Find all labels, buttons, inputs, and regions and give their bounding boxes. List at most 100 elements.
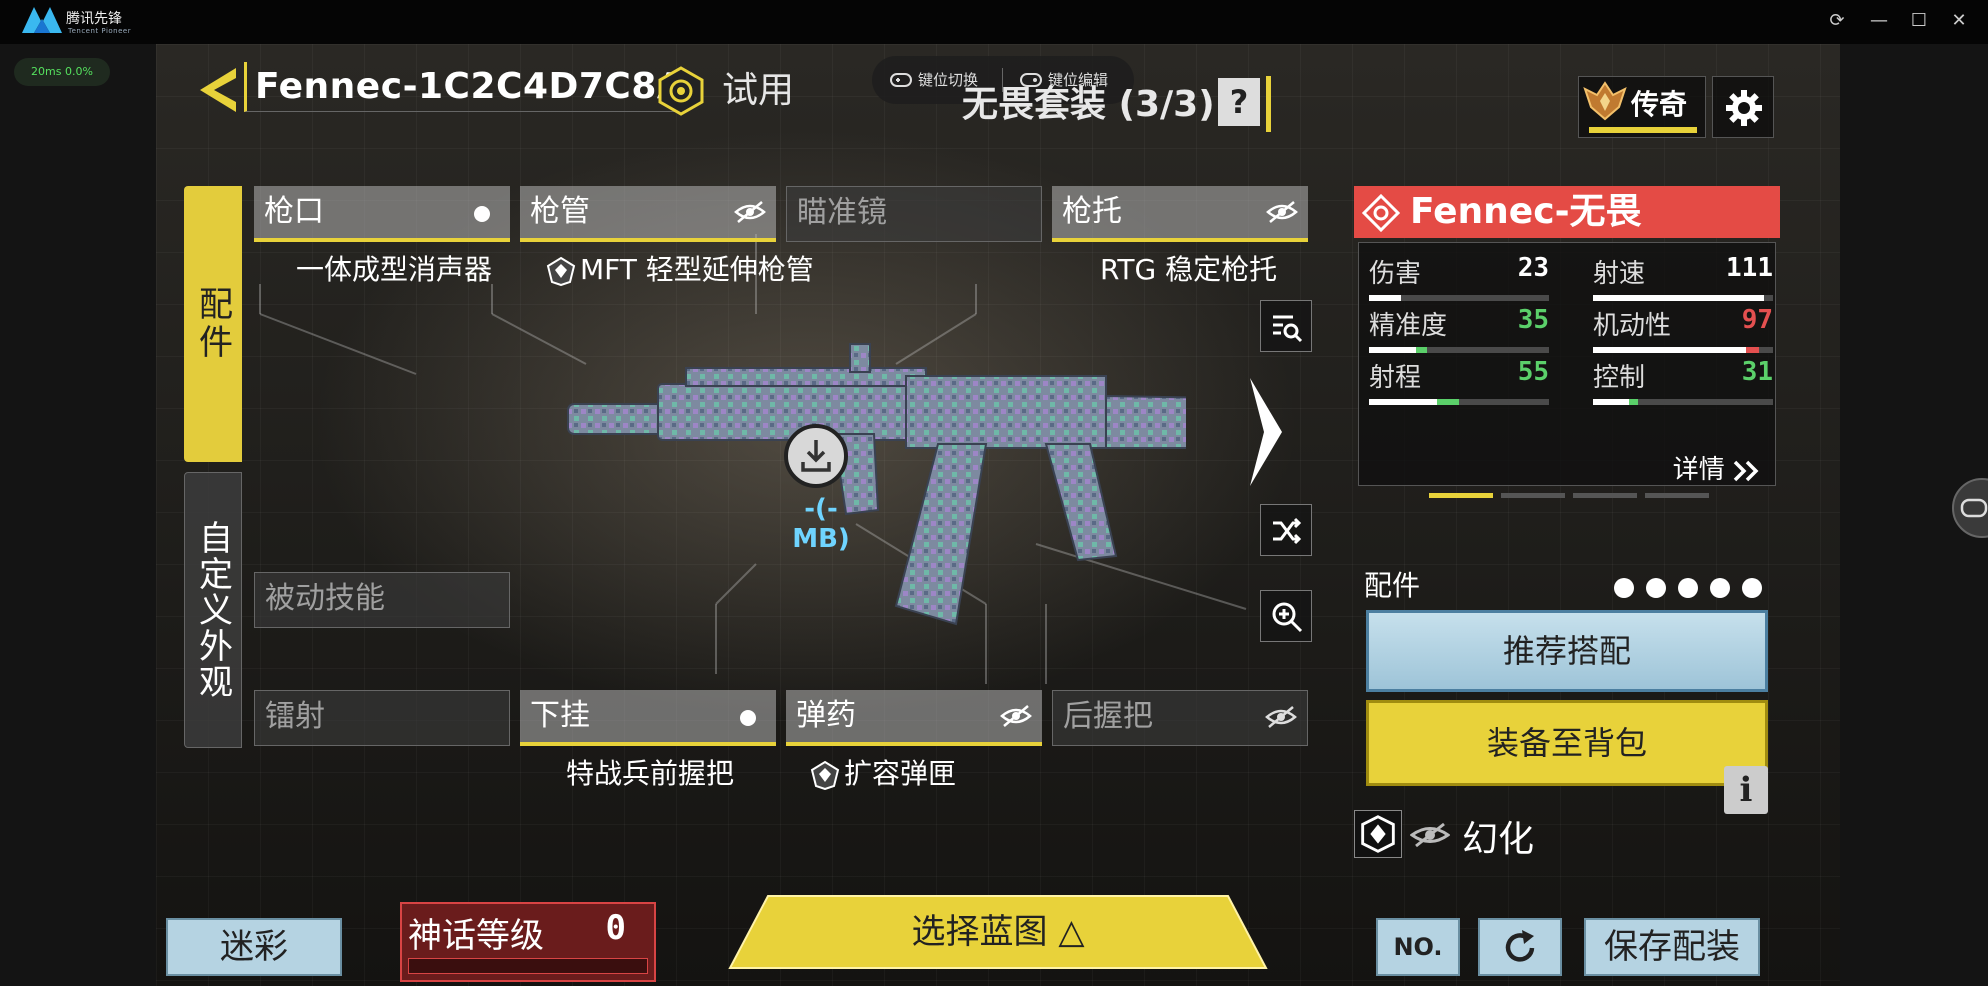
morph-skin-icon — [1354, 810, 1402, 858]
number-button[interactable]: NO. — [1376, 918, 1460, 976]
morph-label: 幻化 — [1462, 819, 1535, 860]
stat-bar-fill — [1593, 399, 1629, 405]
details-link[interactable]: 详情 — [1673, 449, 1761, 486]
tab-attachments-label: 配件 — [192, 286, 233, 362]
host-left-gutter — [0, 44, 156, 986]
attachment-dot — [1614, 578, 1634, 598]
shuffle-button[interactable] — [1260, 504, 1312, 556]
slot-muzzle[interactable]: 枪口 — [254, 186, 510, 242]
slot-muzzle-value: 一体成型消声器 — [296, 253, 493, 286]
stats-panel: Fennec-无畏 伤害 23 射速 111 精准度 35 机动性 97 射程 55 控制 31 详情… — [1354, 186, 1780, 790]
recommend-loadout-button[interactable]: 推荐搭配 — [1366, 610, 1768, 692]
back-arrow-icon[interactable] — [196, 64, 240, 116]
zoom-in-button[interactable] — [1260, 590, 1312, 642]
rank-label: 传奇 — [1631, 88, 1688, 121]
select-blueprint-label: 选择蓝图 △ — [911, 912, 1085, 952]
slot-ammo[interactable]: 弹药 — [786, 690, 1042, 746]
stat-bar-delta — [1746, 347, 1759, 353]
stat-value: 97 — [1741, 305, 1773, 335]
mythic-crest-icon — [810, 760, 840, 790]
stat-bar-fill — [1593, 347, 1746, 353]
stat-row: 机动性 97 — [1593, 305, 1773, 361]
mythic-level-value: 0 — [605, 908, 626, 948]
equip-to-backpack-button[interactable]: 装备至背包 — [1366, 700, 1768, 786]
hidden-eye-icon — [1000, 705, 1032, 727]
save-loadout-button[interactable]: 保存配装 — [1584, 918, 1760, 976]
gamepad-icon — [890, 73, 912, 87]
stat-bar-delta — [1415, 347, 1427, 353]
slot-underbarrel[interactable]: 下挂 — [520, 690, 776, 746]
suite-help-button[interactable]: ? — [1218, 78, 1260, 126]
slot-optic[interactable]: 瞄准镜 — [786, 186, 1042, 242]
maximize-button[interactable]: ☐ — [1906, 8, 1932, 34]
stat-name: 射速 — [1593, 259, 1646, 289]
trial-badge-icon — [658, 66, 704, 116]
slot-label: 镭射 — [265, 699, 325, 734]
trial-label: 试用 — [722, 70, 795, 111]
close-button[interactable]: ✕ — [1946, 8, 1972, 34]
stats-header: Fennec-无畏 — [1354, 186, 1780, 238]
mythic-level-label: 神话等级 — [408, 916, 544, 956]
stat-value: 23 — [1517, 253, 1549, 283]
stat-value: 35 — [1517, 305, 1549, 335]
app-logo-icon — [22, 7, 62, 33]
stat-bar — [1593, 399, 1773, 405]
gamepad-icon — [1960, 498, 1988, 518]
attachment-dot — [1710, 578, 1730, 598]
settings-button[interactable] — [1712, 76, 1774, 138]
slot-label: 被动技能 — [265, 581, 385, 616]
stat-value: 111 — [1726, 253, 1773, 283]
attachments-count-dots — [1602, 578, 1762, 602]
download-button[interactable] — [784, 424, 848, 488]
page-dot — [1429, 493, 1493, 498]
next-weapon-arrow-icon[interactable] — [1246, 374, 1286, 490]
morph-toggle[interactable]: 幻化 — [1354, 806, 1774, 862]
stat-name: 射程 — [1369, 363, 1422, 393]
hidden-eye-icon — [734, 201, 766, 223]
slot-laser[interactable]: 镭射 — [254, 690, 510, 746]
page-dot — [1501, 493, 1565, 498]
slot-ammo-value-text: 扩容弹匣 — [844, 757, 957, 790]
app-name: 腾讯先锋 — [66, 11, 122, 27]
stat-row: 射速 111 — [1593, 253, 1773, 309]
stat-name: 控制 — [1593, 363, 1646, 393]
slot-stock-value: RTG 稳定枪托 — [1100, 253, 1278, 286]
shuffle-icon — [1273, 517, 1302, 545]
slot-barrel-value: MFT 轻型延伸枪管 — [546, 248, 814, 288]
slot-label: 后握把 — [1063, 699, 1153, 734]
equipped-dot-icon — [740, 710, 756, 726]
reset-button[interactable] — [1478, 918, 1562, 976]
minimize-button[interactable]: — — [1866, 8, 1892, 34]
slot-label: 弹药 — [796, 698, 856, 733]
tab-custom-skin-label: 自定义外观 — [192, 520, 233, 700]
slot-label: 枪口 — [264, 194, 324, 229]
details-label: 详情 — [1672, 455, 1725, 485]
slot-stock[interactable]: 枪托 — [1052, 186, 1308, 242]
slot-barrel-value-text: MFT 轻型延伸枪管 — [580, 253, 814, 286]
reticle-icon — [1362, 194, 1400, 232]
stat-bar — [1369, 295, 1549, 301]
mythic-crest-icon — [546, 256, 576, 286]
equipped-dot-icon — [474, 206, 490, 222]
hidden-eye-icon — [1410, 822, 1450, 848]
info-button[interactable]: i — [1724, 766, 1768, 814]
camo-button[interactable]: 迷彩 — [166, 918, 342, 976]
slot-grip[interactable]: 后握把 — [1052, 690, 1308, 746]
stat-bar — [1369, 399, 1549, 405]
stat-bar-delta — [1437, 399, 1459, 405]
stat-row: 精准度 35 — [1369, 305, 1549, 361]
rank-badge[interactable]: 传奇 — [1578, 76, 1706, 138]
stat-bar-fill — [1369, 347, 1416, 353]
game-viewport: Fennec-1C2C4D7C8A 试用 键位切换 键位编辑 无畏套装 (3/3… — [156, 44, 1840, 986]
app-subtitle: Tencent Pioneer — [68, 27, 132, 35]
attachment-dot — [1678, 578, 1698, 598]
perf-indicator: 20ms 0.0% — [14, 58, 110, 86]
mythic-level-box: 神话等级 0 — [400, 902, 656, 982]
refresh-icon[interactable]: ⟳ — [1824, 8, 1850, 34]
inspect-button[interactable] — [1260, 300, 1312, 352]
slot-perk[interactable]: 被动技能 — [254, 572, 510, 628]
refresh-icon — [1505, 930, 1535, 962]
slot-barrel[interactable]: 枪管 — [520, 186, 776, 242]
stat-bar-fill — [1593, 295, 1764, 301]
suite-accent-bar — [1266, 76, 1271, 132]
